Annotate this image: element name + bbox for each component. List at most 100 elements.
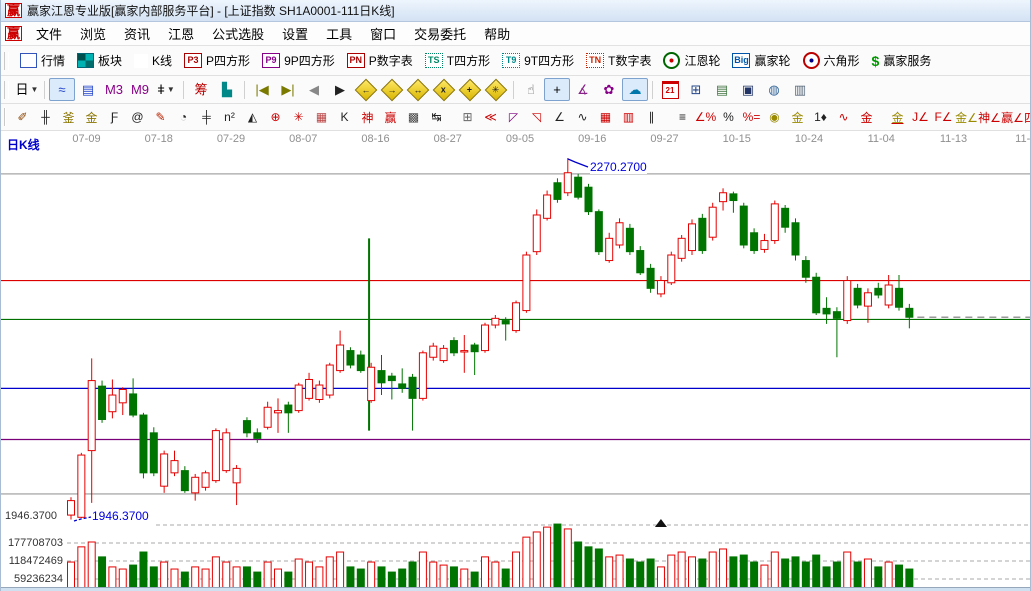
draw-shen-tool-button[interactable]: 神 — [356, 107, 379, 128]
tool-profile-histogram-button[interactable]: ▙ — [214, 78, 240, 101]
tool-save-button[interactable]: ▣ — [735, 78, 761, 101]
period-day-dropdown-icon[interactable]: ▼ — [31, 86, 39, 94]
draw-shen-angle-button[interactable]: 神∠ — [978, 107, 1001, 128]
tool-export-web-button[interactable]: ◍ — [761, 78, 787, 101]
tool-angle-measure-button[interactable]: ∡ — [570, 78, 596, 101]
tool-calendar-button[interactable]: 21 — [657, 78, 683, 101]
tool-trade-cart-button[interactable]: ▥ — [787, 78, 813, 101]
draw-golden-circle-button[interactable]: ◉ — [763, 107, 786, 128]
menu-item-6[interactable]: 工具 — [317, 22, 361, 45]
toolbar-p-number-table-button[interactable]: PNP数字表 — [341, 49, 419, 72]
draw-ying-tool-button[interactable]: 赢 — [379, 107, 402, 128]
draw-red-grid-a-button[interactable]: ▦ — [594, 107, 617, 128]
menu-item-9[interactable]: 帮助 — [475, 22, 519, 45]
draw-ying-angle-button[interactable]: 赢∠ — [1001, 107, 1024, 128]
draw-golden-section-v-button[interactable]: 金 — [80, 107, 103, 128]
draw-box-select-button[interactable]: ⊞ — [456, 107, 479, 128]
menu-item-0[interactable]: 文件 — [27, 22, 71, 45]
draw-unit-diamond-button[interactable]: 1♦ — [809, 107, 832, 128]
tool-zigzag-tool-button[interactable]: ≈ — [49, 78, 75, 101]
draw-range-measure-button[interactable]: ↹ — [425, 107, 448, 128]
draw-red-grid-b-button[interactable]: ▥ — [617, 107, 640, 128]
toolbar-p-square-button[interactable]: P3P四方形 — [178, 49, 256, 72]
draw-fibonacci-t-button[interactable]: Ƒ — [103, 107, 126, 128]
draw-percent-wave-button[interactable]: ∠% — [694, 107, 717, 128]
draw-trend-angle-button[interactable]: ∠ — [548, 107, 571, 128]
draw-time-division-button[interactable]: ╫ — [34, 107, 57, 128]
toolbar-hexagon-button[interactable]: 六角形 — [797, 49, 866, 72]
draw-square-of-nine-button[interactable]: n² — [218, 107, 241, 128]
draw-mirror-angle-button[interactable]: ◭ — [241, 107, 264, 128]
draw-gann-center-button[interactable]: ⊕ — [264, 107, 287, 128]
draw-wave-curve-button[interactable]: ∿ — [832, 107, 855, 128]
tool-expand-all-button[interactable]: ✳ — [483, 78, 509, 101]
tool-chip-tool-button[interactable]: 筹 — [188, 78, 214, 101]
candle — [275, 398, 282, 432]
tool-compress-view-button[interactable]: x — [431, 78, 457, 101]
draw-price-grid-button[interactable]: ▦ — [310, 107, 333, 128]
draw-fan-red-button[interactable]: ≪ — [479, 107, 502, 128]
draw-gold-angle-button[interactable]: 金∠ — [955, 107, 978, 128]
draw-golden-line-button[interactable]: 金 — [786, 107, 809, 128]
candle-style-dropdown-icon[interactable]: ▼ — [167, 86, 175, 94]
menu-item-1[interactable]: 浏览 — [71, 22, 115, 45]
draw-zigzag-wave-button[interactable]: ∿ — [571, 107, 594, 128]
draw-percent-button[interactable]: % — [717, 107, 740, 128]
draw-percent-line-button[interactable]: %= — [740, 107, 763, 128]
toolbar-kline-button[interactable]: K线 — [128, 49, 178, 72]
tool-period-day-button[interactable]: 日▼ — [14, 78, 40, 101]
draw-gold-channel-button[interactable]: 金 — [855, 107, 878, 128]
toolbar-winner-wheel-button[interactable]: Big赢家轮 — [726, 49, 796, 72]
draw-parallel-lines-button[interactable]: ∥ — [640, 107, 663, 128]
toolbar-9t-square-button[interactable]: T99T四方形 — [496, 49, 580, 72]
draw-time-ticks-button[interactable]: ╪ — [195, 107, 218, 128]
menu-item-5[interactable]: 设置 — [273, 22, 317, 45]
toolbar-t-square-button[interactable]: TST四方形 — [419, 49, 496, 72]
tool-candle-style-button[interactable]: ǂ▼ — [153, 78, 179, 101]
tool-pan-hand-button[interactable]: ☝ — [518, 78, 544, 101]
draw-gold-underline-button[interactable]: 金 — [886, 107, 909, 128]
toolbar-winner-service-button[interactable]: $赢家服务 — [866, 49, 938, 72]
draw-number-grid-button[interactable]: ▩ — [402, 107, 425, 128]
draw-red-marker-button[interactable]: ✎ — [149, 107, 172, 128]
tool-shift-right-button[interactable]: → — [379, 78, 405, 101]
tool-wave-9-button[interactable]: M9 — [127, 78, 153, 101]
tool-nav-prev-button[interactable]: ◀ — [301, 78, 327, 101]
draw-j-angle-button[interactable]: J∠ — [909, 107, 932, 128]
menu-item-2[interactable]: 资讯 — [115, 22, 159, 45]
menu-item-8[interactable]: 交易委托 — [405, 22, 475, 45]
tool-nav-next-button[interactable]: ▶ — [327, 78, 353, 101]
tool-expand-view-button[interactable]: + — [457, 78, 483, 101]
toolbar-gann-wheel-button[interactable]: 江恩轮 — [657, 49, 726, 72]
tool-smart-cloud-button[interactable]: ☁ — [622, 78, 648, 101]
tool-notes-button[interactable]: ▤ — [709, 78, 735, 101]
tool-shift-left-button[interactable]: ← — [353, 78, 379, 101]
draw-time-cycle-button[interactable]: ◔ — [172, 107, 195, 128]
toolbar-quotes-button[interactable]: 行情 — [14, 49, 71, 72]
toolbar-sectors-button[interactable]: 板块 — [71, 49, 128, 72]
tool-calculator-button[interactable]: ⊞ — [683, 78, 709, 101]
toolbar-t-number-table-button[interactable]: TNT数字表 — [580, 49, 657, 72]
toolbar-9p-square-button[interactable]: P99P四方形 — [256, 49, 341, 72]
tool-expand-horizontal-button[interactable]: ↔ — [405, 78, 431, 101]
draw-gann-grid-button[interactable]: ◹ — [525, 107, 548, 128]
menu-item-3[interactable]: 江恩 — [159, 22, 203, 45]
draw-marker-pen-button[interactable]: ✐ — [11, 107, 34, 128]
tool-crosshair-button[interactable]: + — [544, 78, 570, 101]
draw-si-angle-button[interactable]: 四∠ — [1024, 107, 1031, 128]
tool-info-panel-button[interactable]: ▤ — [75, 78, 101, 101]
draw-k-mark-button[interactable]: K — [333, 107, 356, 128]
menu-item-4[interactable]: 公式选股 — [203, 22, 273, 45]
tool-nav-last-button[interactable]: ▶| — [275, 78, 301, 101]
menu-item-7[interactable]: 窗口 — [361, 22, 405, 45]
draw-gann-box-button[interactable]: ◸ — [502, 107, 525, 128]
draw-price-scale-button[interactable]: ≡ — [671, 107, 694, 128]
tool-gann-flower-button[interactable]: ✿ — [596, 78, 622, 101]
chart-area[interactable]: 07-0907-1807-2908-0708-1608-2709-0509-16… — [1, 131, 1031, 591]
tool-wave-3-button[interactable]: M3 — [101, 78, 127, 101]
draw-spiral-button[interactable]: @ — [126, 107, 149, 128]
draw-golden-section-h-button[interactable]: 釜 — [57, 107, 80, 128]
draw-f-angle-button[interactable]: F∠ — [932, 107, 955, 128]
draw-star-rays-button[interactable]: ✳ — [287, 107, 310, 128]
tool-nav-first-button[interactable]: |◀ — [249, 78, 275, 101]
